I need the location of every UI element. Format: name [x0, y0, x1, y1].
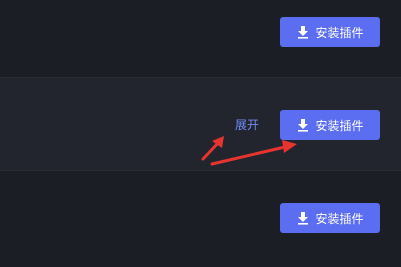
plugin-row-3: 安装插件 — [0, 171, 401, 267]
download-icon — [298, 26, 309, 39]
install-plugin-label: 安装插件 — [315, 25, 364, 40]
install-plugin-button[interactable]: 安装插件 — [280, 17, 380, 47]
install-plugin-button[interactable]: 安装插件 — [280, 110, 380, 140]
download-icon — [298, 212, 309, 225]
expand-link[interactable]: 展开 — [235, 116, 259, 133]
install-plugin-button[interactable]: 安装插件 — [280, 203, 380, 233]
plugin-row-1: 安装插件 — [0, 0, 401, 77]
install-plugin-label: 安装插件 — [315, 118, 364, 133]
plugin-list: 安装插件 展开 安装插件 安装插件 — [0, 0, 401, 267]
download-icon — [298, 119, 309, 132]
install-plugin-label: 安装插件 — [315, 211, 364, 226]
